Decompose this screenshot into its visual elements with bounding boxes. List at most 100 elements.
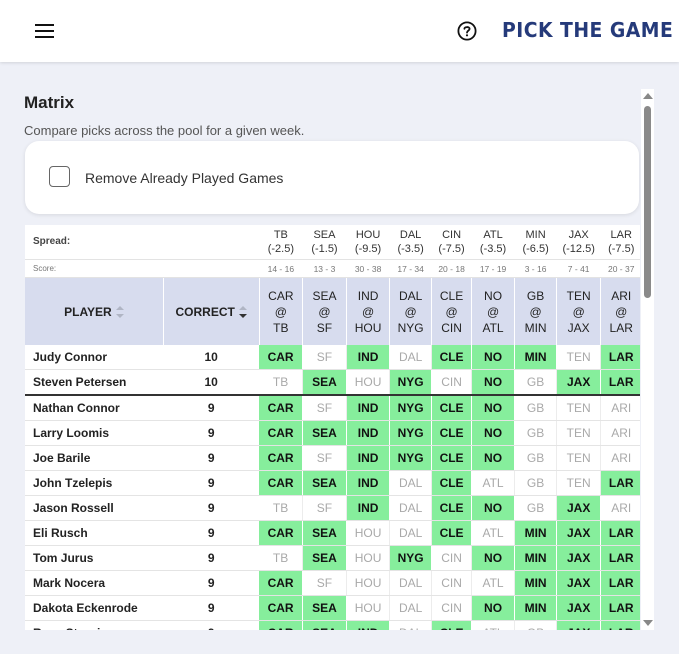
pick-cell: TB [259,545,304,571]
spread-value: (-12.5) [562,243,595,255]
correct-count: 10 [163,345,260,370]
game-column-header: DAL @ NYG [389,277,432,345]
correct-count: 9 [163,394,260,421]
game-score: 3 - 16 [514,259,557,278]
pick-cell: LAR [600,570,640,596]
player-name[interactable]: Mark Nocera [25,570,164,596]
pick-cell: NO [471,394,515,421]
pick-cell: GB [514,394,558,421]
pick-cell: GB [514,620,558,630]
pick-cell: SEA [302,420,347,446]
player-name[interactable]: Joe Barile [25,445,164,471]
pick-cell: DAL [389,345,432,370]
pick-cell: SEA [302,545,347,571]
menu-icon[interactable] [35,24,54,38]
pick-cell: CIN [431,595,473,621]
game-score: 17 - 34 [389,259,432,278]
top-app-bar: PICK THE GAME [0,0,679,62]
pick-cell: JAX [556,495,601,521]
game-score: 17 - 19 [471,259,515,278]
player-column-header[interactable]: PLAYER [25,277,164,345]
player-name[interactable]: Nathan Connor [25,394,164,421]
table-row: Mark Nocera9CARSFHOUDALCINATLMINJAXLARDE… [25,570,640,596]
pick-cell: CAR [259,595,304,621]
vertical-scrollbar[interactable] [641,89,654,630]
spread-value: (-2.5) [267,243,294,255]
page-title: Matrix [24,93,75,112]
table-row: John Tzelepis 9 CAR SEA IND DAL CLE ATL GB TEN LAR… [25,470,640,496]
player-name[interactable]: Steven Petersen [25,369,164,396]
game-spread: HOU (-9.5) [346,225,390,260]
pick-cell: MIN [514,595,558,621]
game-header-away: CAR [268,288,294,303]
pick-cell: HOU [346,570,391,596]
pick-cell: NYG [389,420,432,446]
spread-value: (-9.5) [354,243,382,255]
pick-cell: CLE [431,495,473,521]
pick-cell: SEA [302,520,347,546]
game-column-header: CLE @ CIN [431,277,473,345]
table-row: Eli Rusch9CARSEAHOUDALCLEATLMINJAXLARLAC [25,520,640,546]
player-name[interactable]: Eli Rusch [25,520,164,546]
pick-cell: NO [471,420,515,446]
pick-cell: ATL [471,470,515,496]
table-row: Judy Connor10CARSFINDDALCLENOMINTENLARLA… [25,345,640,370]
scroll-down-arrow-icon[interactable] [643,620,653,626]
player-name[interactable]: Tom Jurus [25,545,164,571]
table-row: Joe Barile9CARSFINDNYGCLENOGBTENARILAC [25,445,640,471]
player-name[interactable]: Jason Rossell [25,495,164,521]
pick-cell: MIN [514,570,558,596]
pick-cell: NO [471,345,515,370]
player-name[interactable]: Russ Sturgis [25,620,164,630]
pick-cell: NO [471,545,515,571]
pick-cell: NYG [389,445,432,471]
game-header-at: @ [318,304,331,319]
game-column-header: CAR @ TB [259,277,304,345]
pick-cell: GB [514,420,558,446]
pick-cell: DAL [389,620,432,630]
pick-cell: CAR [259,345,304,370]
pick-cell: ARI [600,394,640,421]
spread-favorite: LAR [610,229,632,241]
correct-count: 9 [163,520,260,546]
player-name[interactable]: John Tzelepis [25,470,164,496]
help-icon[interactable] [457,21,477,41]
game-header-away: GB [526,288,545,303]
pick-cell: CIN [431,545,473,571]
table-row: Nathan Connor9CARSFINDNYGCLENOGBTENARILA… [25,394,640,421]
pick-cell: NO [471,495,515,521]
pick-cell: JAX [556,545,601,571]
remove-played-checkbox[interactable] [49,166,70,187]
spread-favorite: SEA [313,229,336,241]
player-name[interactable]: Judy Connor [25,345,164,370]
pick-cell: DAL [389,495,432,521]
correct-column-header[interactable]: CORRECT [163,277,260,345]
game-header-at: @ [445,304,458,319]
game-column-header: IND @ HOU [346,277,391,345]
scroll-thumb[interactable] [644,106,651,298]
correct-count: 9 [163,470,260,496]
page-subtitle: Compare picks across the pool for a give… [24,123,305,138]
pick-cell: LAR [600,345,640,370]
player-name[interactable]: Dakota Eckenrode [25,595,164,621]
app-logo[interactable]: PICK THE GAME [502,18,673,42]
pick-cell: CLE [431,445,473,471]
player-name[interactable]: Larry Loomis [25,420,164,446]
game-header-at: @ [486,304,500,319]
sort-icon[interactable] [115,306,124,319]
game-header-home: SF [316,320,333,335]
game-header-away: DAL [398,288,423,303]
spread-favorite: ATL [483,229,503,241]
game-header-away: SEA [312,288,337,303]
sort-desc-icon[interactable] [238,306,247,319]
scroll-up-arrow-icon[interactable] [643,93,653,99]
pick-cell: ARI [600,420,640,446]
pick-cell: IND [346,394,391,421]
filter-card: Remove Already Played Games [25,141,639,214]
pick-cell: IND [346,470,391,496]
game-header-at: @ [529,304,542,319]
pick-cell: CIN [431,369,473,396]
pick-cell: CLE [431,470,473,496]
remove-played-label[interactable]: Remove Already Played Games [85,170,283,186]
spread-favorite: JAX [568,229,589,241]
